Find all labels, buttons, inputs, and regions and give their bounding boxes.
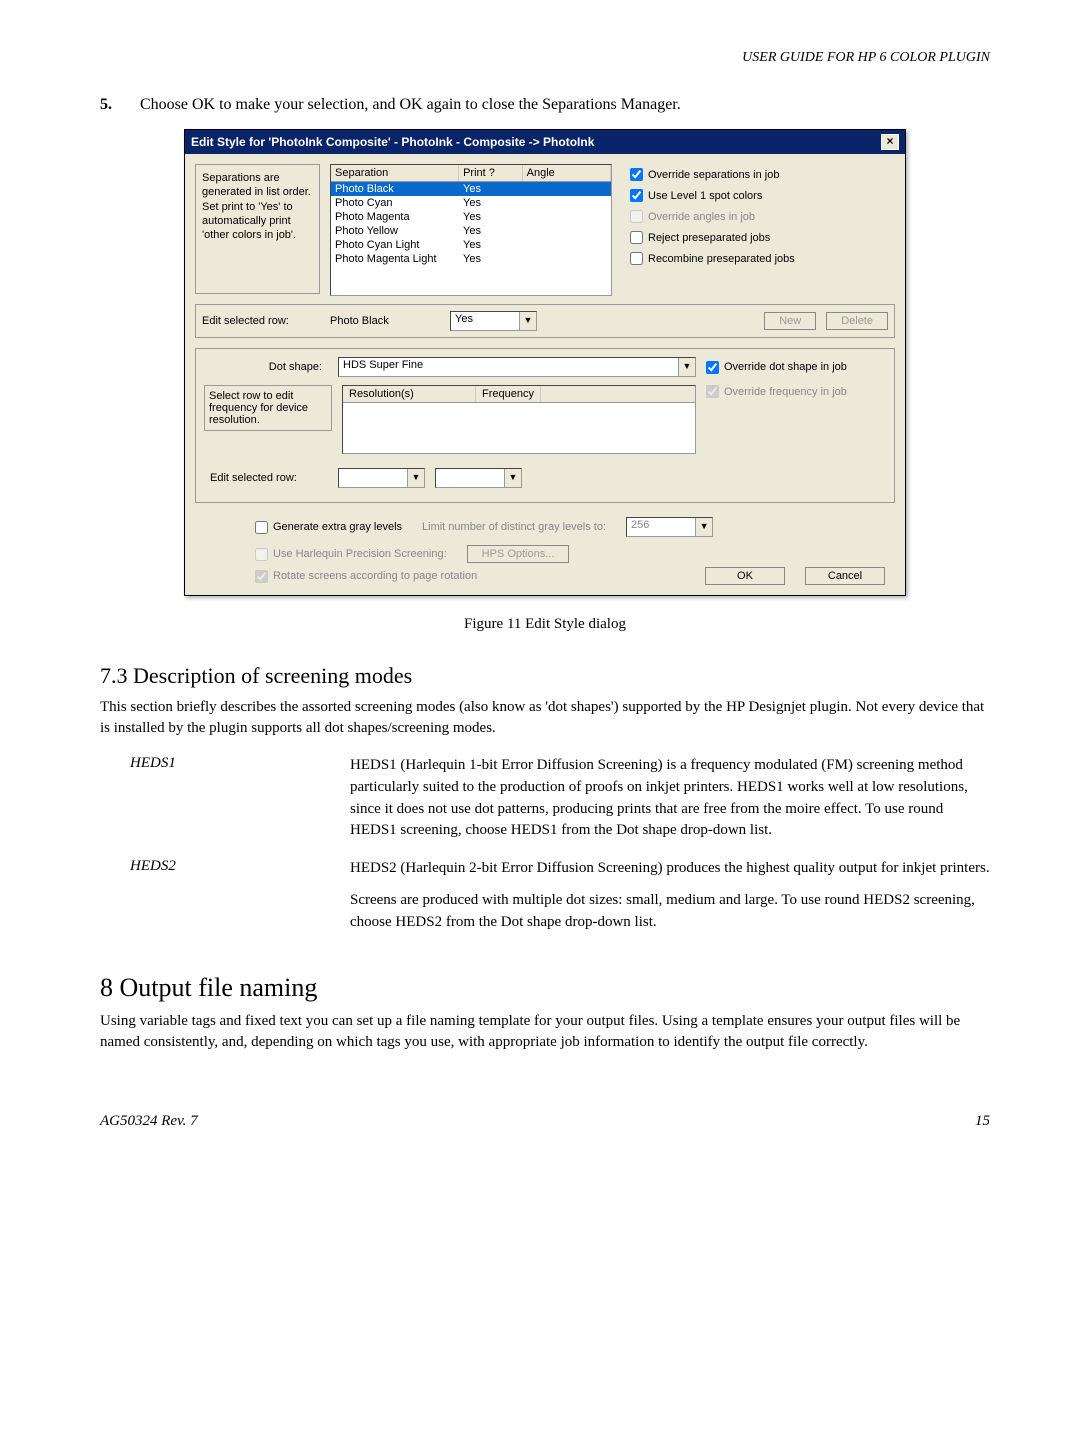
limit-gray-label: Limit number of distinct gray levels to: xyxy=(422,521,606,533)
list-row[interactable]: Photo Black Yes xyxy=(331,182,611,196)
chevron-down-icon: ▼ xyxy=(504,469,521,487)
freq-combo-1[interactable]: ▼ xyxy=(338,468,425,488)
frequency-description: Select row to edit frequency for device … xyxy=(204,385,332,431)
figure-caption: Figure 11 Edit Style dialog xyxy=(100,616,990,633)
separations-list[interactable]: Separation Print ? Angle Photo Black Yes… xyxy=(330,164,612,296)
override-separations-checkbox[interactable]: Override separations in job xyxy=(630,168,887,181)
list-row[interactable]: Photo Magenta Light Yes xyxy=(331,252,611,266)
footer-left: AG50324 Rev. 7 xyxy=(100,1113,198,1130)
generate-gray-levels-checkbox[interactable]: Generate extra gray levels xyxy=(255,521,402,534)
heds2-body-1: HEDS2 (Harlequin 2-bit Error Diffusion S… xyxy=(350,858,990,880)
dot-shape-label: Dot shape: xyxy=(204,361,328,373)
footer-right: 15 xyxy=(975,1113,990,1130)
hps-checkbox[interactable]: Use Harlequin Precision Screening: xyxy=(255,548,447,561)
recombine-preseparated-checkbox[interactable]: Recombine preseparated jobs xyxy=(630,252,887,265)
cancel-button[interactable]: Cancel xyxy=(805,567,885,585)
selected-separation-name: Photo Black xyxy=(330,315,440,327)
heds1-body: HEDS1 (Harlequin 1-bit Error Diffusion S… xyxy=(350,755,990,842)
override-angles-checkbox[interactable]: Override angles in job xyxy=(630,210,887,223)
col-resolution: Resolution(s) xyxy=(343,386,476,402)
frequency-list[interactable]: Resolution(s) Frequency xyxy=(342,385,696,454)
col-print: Print ? xyxy=(459,165,523,181)
override-dot-shape-checkbox[interactable]: Override dot shape in job xyxy=(706,361,886,374)
chevron-down-icon: ▼ xyxy=(695,518,712,536)
separations-description: Separations are generated in list order.… xyxy=(195,164,320,294)
list-row[interactable]: Photo Cyan Light Yes xyxy=(331,238,611,252)
edit-selected-row-label: Edit selected row: xyxy=(202,315,320,327)
list-row[interactable]: Photo Yellow Yes xyxy=(331,224,611,238)
chevron-down-icon: ▼ xyxy=(519,312,536,330)
delete-button[interactable]: Delete xyxy=(826,312,888,330)
chevron-down-icon: ▼ xyxy=(678,358,695,376)
step-text: Choose OK to make your selection, and OK… xyxy=(140,96,681,114)
heds2-term: HEDS2 xyxy=(100,858,330,943)
limit-gray-combo[interactable]: 256▼ xyxy=(626,517,713,537)
dot-shape-combo[interactable]: HDS Super Fine▼ xyxy=(338,357,696,377)
heds1-term: HEDS1 xyxy=(100,755,330,842)
edit-selected-row-label2: Edit selected row: xyxy=(210,472,328,484)
col-frequency: Frequency xyxy=(476,386,541,402)
hps-options-button[interactable]: HPS Options... xyxy=(467,545,570,563)
section-7-3-intro: This section briefly describes the assor… xyxy=(100,697,990,739)
use-level1-spot-checkbox[interactable]: Use Level 1 spot colors xyxy=(630,189,887,202)
close-icon[interactable]: × xyxy=(881,134,899,150)
page-header: USER GUIDE FOR HP 6 COLOR PLUGIN xyxy=(100,50,990,66)
rotate-screens-checkbox[interactable]: Rotate screens according to page rotatio… xyxy=(205,570,705,583)
section-8-title: 8 Output file naming xyxy=(100,973,990,1003)
list-row[interactable]: Photo Cyan Yes xyxy=(331,196,611,210)
col-angle: Angle xyxy=(523,165,611,181)
section-7-3-title: 7.3 Description of screening modes xyxy=(100,663,990,689)
heds2-body-2: Screens are produced with multiple dot s… xyxy=(350,890,990,934)
dialog-title: Edit Style for 'PhotoInk Composite' - Ph… xyxy=(191,135,594,149)
col-separation: Separation xyxy=(331,165,459,181)
override-frequency-checkbox[interactable]: Override frequency in job xyxy=(706,385,886,398)
new-button[interactable]: New xyxy=(764,312,816,330)
ok-button[interactable]: OK xyxy=(705,567,785,585)
print-combo[interactable]: Yes▼ xyxy=(450,311,537,331)
chevron-down-icon: ▼ xyxy=(407,469,424,487)
freq-combo-2[interactable]: ▼ xyxy=(435,468,522,488)
list-row[interactable]: Photo Magenta Yes xyxy=(331,210,611,224)
edit-style-dialog: Edit Style for 'PhotoInk Composite' - Ph… xyxy=(184,129,906,596)
reject-preseparated-checkbox[interactable]: Reject preseparated jobs xyxy=(630,231,887,244)
section-8-body: Using variable tags and fixed text you c… xyxy=(100,1011,990,1053)
step-number: 5. xyxy=(100,96,120,114)
